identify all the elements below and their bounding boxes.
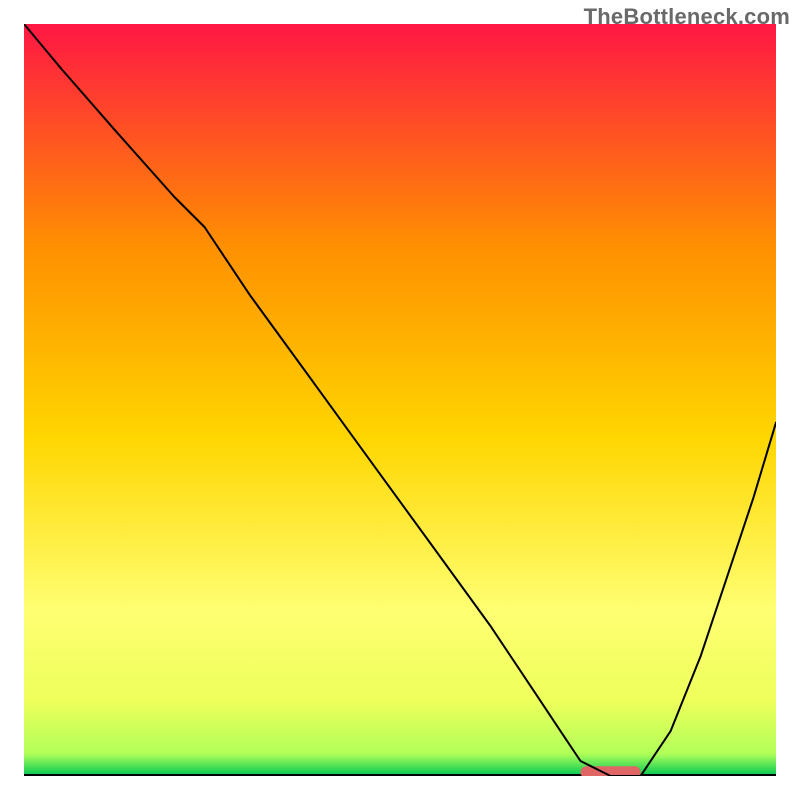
plot-area — [24, 24, 776, 776]
chart-container: TheBottleneck.com — [0, 0, 800, 800]
optimal-marker — [581, 766, 641, 776]
chart-svg — [24, 24, 776, 776]
gradient-background — [24, 24, 776, 776]
